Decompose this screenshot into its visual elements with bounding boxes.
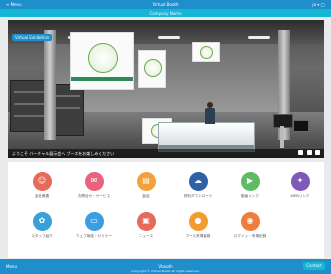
menu-tile-label: ログイン・来場記録: [233, 234, 267, 238]
copyright-text: Copyright © Virtual Booth All rights res…: [131, 269, 200, 273]
menu-tile-label: ニュース: [138, 234, 154, 238]
menu-tile-label: WEBリンク: [290, 194, 310, 198]
poster-logo-icon: [200, 46, 213, 59]
menu-tile[interactable]: ◉ ログイン・来場記録: [230, 212, 270, 239]
menu-tile[interactable]: ▶ 動画リンク: [230, 172, 270, 199]
menu-tile-label: 会社概要: [34, 194, 50, 198]
kiosk-stand: [280, 126, 284, 148]
poster-logo-icon: [144, 59, 162, 77]
download-icon[interactable]: ☁: [188, 172, 208, 191]
menu-tile-label: 動画リンク: [241, 194, 259, 198]
menu-tile-label: ブース来場者数: [185, 234, 211, 238]
pillar: [44, 30, 56, 140]
news-icon[interactable]: ▣: [136, 212, 156, 231]
menu-tile-glyph: ●: [194, 216, 202, 225]
menu-tile-glyph: ☺: [37, 176, 47, 185]
company-bar: Company Name: [0, 9, 331, 17]
menu-tile-glyph: ☁: [194, 176, 202, 185]
person-icon[interactable]: ☺: [32, 172, 52, 191]
scene-caption: ようこそ バーチャル展示会へ ブースをお楽しみください: [12, 151, 115, 156]
share-icon[interactable]: [315, 150, 320, 155]
menu-tile-label: スタッフ紹介: [31, 234, 53, 238]
menu-tile-label: ウェブ商談・セミナー: [76, 234, 112, 238]
document-icon[interactable]: ▤: [136, 172, 156, 191]
link-icon[interactable]: ✦: [290, 172, 310, 191]
footer: Menu Vbooth Contact Copyright © Virtual …: [0, 259, 331, 274]
receptionist-avatar[interactable]: [203, 102, 217, 124]
menu-tile[interactable]: ☁ 資料ダウンロード: [178, 172, 218, 199]
side-poster-panel[interactable]: [138, 50, 166, 88]
pin-icon[interactable]: ●: [188, 212, 208, 231]
settings-icon[interactable]: ✿: [32, 212, 52, 231]
menu-tile[interactable]: ▭ ウェブ商談・セミナー: [74, 212, 114, 239]
ceiling-light: [158, 36, 180, 39]
menu-tile-glyph: ✉: [90, 176, 98, 185]
fullscreen-icon[interactable]: [306, 150, 312, 155]
menu-tile[interactable]: ✦ WEBリンク: [280, 172, 320, 199]
booth-menu-grid: ☺ 会社概要 ✉ お問合せ・サービス ▤ 製品 ☁ 資料ダウンロード ▶ 動画リンク ✦ WEBリンク…: [8, 162, 324, 258]
menu-tile-glyph: ▤: [142, 176, 150, 185]
menu-tile[interactable]: ✿ スタッフ紹介: [22, 212, 62, 239]
menu-tile-glyph: ◉: [246, 216, 254, 225]
menu-tile-label: 資料ダウンロード: [183, 194, 213, 198]
sound-icon[interactable]: [298, 150, 304, 155]
company-logo-icon: [88, 43, 118, 73]
menu-tile-glyph: ✿: [38, 216, 46, 225]
language-selector[interactable]: ja ▾ ◯: [312, 2, 325, 7]
video-icon[interactable]: ▶: [240, 172, 260, 191]
exhibition-label: Virtual Exhibition: [12, 34, 53, 41]
menu-tile[interactable]: ▣ ニュース: [126, 212, 166, 239]
menu-tile[interactable]: ● ブース来場者数: [178, 212, 218, 239]
main-banner-panel[interactable]: [70, 32, 134, 90]
info-monitor[interactable]: [293, 120, 309, 132]
menu-tile-label: お問合せ・サービス: [77, 194, 111, 198]
menu-tile[interactable]: ☺ 会社概要: [22, 172, 62, 199]
mail-icon[interactable]: ✉: [84, 172, 104, 191]
small-poster-panel[interactable]: [192, 42, 220, 62]
top-bar: ≡ Menu Virtual Booth ja ▾ ◯: [0, 0, 331, 9]
booth-3d-view[interactable]: Virtual Exhibition ようこそ バーチャル展示会へ ブースをお楽…: [8, 20, 324, 158]
user-circle-icon[interactable]: ◉: [240, 212, 260, 231]
view-controls: [296, 150, 320, 156]
reception-desk: [158, 122, 255, 152]
menu-tile-glyph: ✦: [296, 176, 304, 185]
menu-tile[interactable]: ✉ お問合せ・サービス: [74, 172, 114, 199]
menu-tile-label: 製品: [142, 194, 150, 198]
menu-tile-glyph: ▭: [90, 216, 98, 225]
display-shelf: [52, 84, 84, 136]
scene-caption-bar: ようこそ バーチャル展示会へ ブースをお楽しみください: [8, 149, 324, 158]
menu-tile-glyph: ▶: [246, 176, 254, 185]
menu-tile-glyph: ▣: [142, 216, 150, 225]
menu-tile[interactable]: ▤ 製品: [126, 172, 166, 199]
ceiling-light: [248, 36, 270, 39]
monitor-icon[interactable]: ▭: [84, 212, 104, 231]
app-title: Virtual Booth: [152, 2, 179, 7]
company-name: Company Name: [149, 11, 182, 16]
